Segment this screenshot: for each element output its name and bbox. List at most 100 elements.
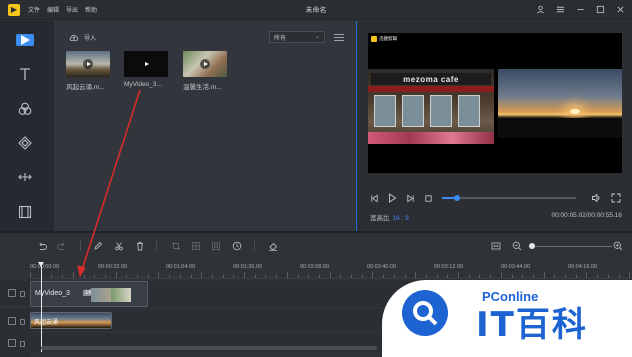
next-frame-button[interactable] xyxy=(404,192,416,204)
fullscreen-button[interactable] xyxy=(610,192,622,204)
ruler-tick xyxy=(147,275,149,278)
ruler-tick xyxy=(361,275,363,278)
stop-icon xyxy=(424,194,432,202)
ruler-label: 00:04:16.00 xyxy=(568,264,598,270)
timeline-scrollbar[interactable] xyxy=(41,346,377,350)
menu-bar: 文件 编辑 导出 帮助 xyxy=(28,5,97,14)
sidebar-filter-tab[interactable] xyxy=(10,98,40,120)
time-current: 00:00:05.02 xyxy=(551,212,586,219)
stop-button[interactable] xyxy=(422,192,434,204)
media-item[interactable]: 风起云涌.m... xyxy=(66,51,112,91)
redo-button[interactable] xyxy=(56,240,68,252)
ruler-tick xyxy=(201,272,203,278)
close-icon[interactable] xyxy=(615,4,626,15)
duration-button[interactable] xyxy=(231,240,243,252)
sidebar-media-tab[interactable] xyxy=(10,29,40,51)
media-item[interactable]: MyVideo_3... xyxy=(124,51,170,88)
crop-button[interactable] xyxy=(170,240,182,252)
ruler-tick xyxy=(586,272,588,278)
track-visibility-icon[interactable] xyxy=(8,317,16,325)
video-clip[interactable]: MyVideo_3 16 xyxy=(30,281,148,307)
ruler-tick xyxy=(233,275,235,278)
awning xyxy=(368,86,494,92)
undo-icon xyxy=(39,242,47,250)
ruler-tick xyxy=(543,272,545,278)
playback-controls xyxy=(368,192,622,204)
video-track-header xyxy=(0,281,30,305)
mosaic-icon xyxy=(192,242,200,250)
menu-export[interactable]: 导出 xyxy=(66,5,78,14)
maximize-icon[interactable] xyxy=(595,4,606,15)
menu-file[interactable]: 文件 xyxy=(28,5,40,14)
trash-icon xyxy=(137,241,143,251)
mosaic-button[interactable] xyxy=(190,240,202,252)
track-visibility-icon[interactable] xyxy=(8,339,16,347)
user-icon[interactable] xyxy=(535,4,546,15)
ruler-tick xyxy=(115,272,117,278)
play-button[interactable] xyxy=(386,192,398,204)
volume-button[interactable] xyxy=(590,192,602,204)
zoom-slider-handle[interactable] xyxy=(529,243,535,249)
prev-frame-button[interactable] xyxy=(368,192,380,204)
sidebar-overlay-tab[interactable] xyxy=(10,132,40,154)
fit-timeline-button[interactable] xyxy=(490,240,502,252)
ruler-label: 00:01:36.00 xyxy=(233,264,263,270)
filter-icon xyxy=(18,102,32,115)
filter-value: 所有 xyxy=(274,35,287,42)
ruler-tick xyxy=(318,275,320,278)
ruler-tick xyxy=(532,275,534,278)
zoom-slider-track[interactable] xyxy=(534,246,612,247)
media-filter-select[interactable]: 所有 ⌄ xyxy=(269,31,325,43)
media-item[interactable]: 温馨生活.m... xyxy=(183,51,229,91)
ruler-tick xyxy=(329,272,331,278)
ruler-tick xyxy=(72,272,74,278)
delete-button[interactable] xyxy=(134,240,146,252)
minimize-icon[interactable] xyxy=(575,4,586,15)
split-button[interactable] xyxy=(113,240,125,252)
menu-help[interactable]: 帮助 xyxy=(85,5,97,14)
ruler-tick xyxy=(479,275,481,278)
undo-button[interactable] xyxy=(36,240,48,252)
list-view-icon[interactable] xyxy=(334,33,344,42)
image-clip[interactable]: 风起云涌 xyxy=(30,312,112,329)
sidebar-element-tab[interactable] xyxy=(10,201,40,223)
aspect-ratio[interactable]: 宽高比 16 : 9 xyxy=(370,212,409,222)
ruler-tick xyxy=(308,275,310,278)
ruler-label: 00:01:04.00 xyxy=(166,264,196,270)
timeline-toolbar xyxy=(0,233,632,259)
ruler-tick xyxy=(607,275,609,278)
lock-icon[interactable] xyxy=(20,291,25,297)
playhead[interactable] xyxy=(38,262,44,352)
ruler-tick xyxy=(618,275,620,278)
lock-icon[interactable] xyxy=(20,319,25,325)
cafe-sign: mezoma cafe xyxy=(371,73,491,85)
ruler-tick xyxy=(500,272,502,278)
media-icon xyxy=(16,34,34,46)
progress-handle[interactable] xyxy=(453,195,460,201)
sidebar-text-tab[interactable] xyxy=(10,63,40,85)
zoom-out-icon xyxy=(512,241,522,251)
playback-progress-bar[interactable] xyxy=(442,195,576,201)
menu-edit[interactable]: 编辑 xyxy=(47,5,59,14)
zoom-in-button[interactable] xyxy=(612,240,624,252)
edit-button[interactable] xyxy=(92,240,104,252)
audio-track-header xyxy=(0,333,30,357)
menu-icon[interactable] xyxy=(555,4,566,15)
import-button[interactable]: 导入 xyxy=(69,33,96,42)
freeze-frame-button[interactable] xyxy=(210,240,222,252)
zoom-out-button[interactable] xyxy=(511,240,523,252)
ruler-tick xyxy=(425,275,427,278)
preview-image-frame xyxy=(498,69,622,138)
media-thumbnail xyxy=(124,51,168,77)
lock-icon[interactable] xyxy=(20,341,25,347)
cloud-upload-icon xyxy=(69,34,79,41)
toolbar-separator xyxy=(80,241,81,251)
color-button[interactable] xyxy=(267,240,279,252)
timeline-ruler[interactable]: 00:00:00.00 00:00:32.00 00:01:04.00 00:0… xyxy=(30,259,632,279)
ruler-tick xyxy=(340,275,342,278)
track-visibility-icon[interactable] xyxy=(8,289,16,297)
media-name: 风起云涌.m... xyxy=(66,84,105,91)
ruler-tick xyxy=(169,275,171,278)
sidebar-transition-tab[interactable] xyxy=(10,166,40,188)
image-clip-label: 风起云涌 xyxy=(34,320,59,326)
